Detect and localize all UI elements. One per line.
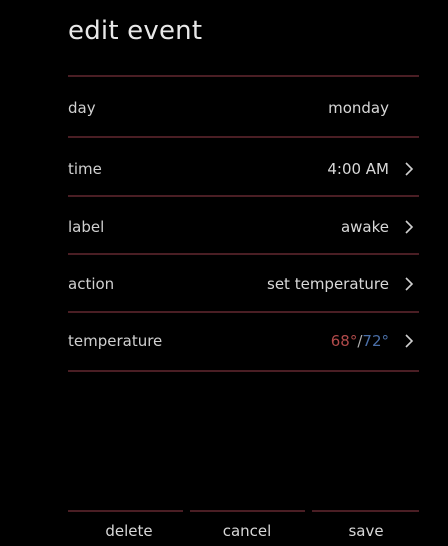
divider <box>68 75 419 77</box>
save-button[interactable]: save <box>311 522 421 540</box>
action-label: action <box>68 275 115 293</box>
time-label: time <box>68 160 102 178</box>
divider <box>68 195 419 197</box>
delete-button[interactable]: delete <box>74 522 184 540</box>
row-action[interactable]: action set temperature <box>68 264 419 304</box>
row-label[interactable]: label awake <box>68 207 419 247</box>
page-title: edit event <box>68 16 203 46</box>
row-day[interactable]: day monday <box>68 88 419 128</box>
divider <box>68 311 419 313</box>
row-temperature[interactable]: temperature 68° / 72° <box>68 321 419 361</box>
day-value: monday <box>328 99 389 117</box>
label-value-group: awake <box>341 218 419 236</box>
temperature-label: temperature <box>68 332 163 350</box>
chevron-right-icon <box>403 333 415 349</box>
bottom-action-bar: delete cancel save <box>68 510 419 546</box>
time-value-group: 4:00 AM <box>327 160 419 178</box>
button-divider <box>68 510 183 512</box>
day-label: day <box>68 99 96 117</box>
edit-event-screen: edit event day monday time 4:00 AM label… <box>0 0 448 546</box>
chevron-right-icon <box>403 219 415 235</box>
row-time[interactable]: time 4:00 AM <box>68 149 419 189</box>
label-value: awake <box>340 218 389 236</box>
divider <box>68 253 419 255</box>
cancel-button[interactable]: cancel <box>192 522 302 540</box>
button-divider <box>312 510 419 512</box>
label-label: label <box>68 218 105 236</box>
heat-setpoint: 68° <box>330 332 358 350</box>
divider <box>68 370 419 372</box>
temperature-value-group: 68° / 72° <box>331 332 419 350</box>
chevron-right-icon <box>403 161 415 177</box>
divider <box>68 136 419 138</box>
day-value-group: monday <box>328 99 419 117</box>
action-value: set temperature <box>267 275 389 293</box>
action-value-group: set temperature <box>267 275 419 293</box>
chevron-right-icon <box>403 276 415 292</box>
cool-setpoint: 72° <box>362 332 389 350</box>
time-value: 4:00 AM <box>327 160 389 178</box>
button-divider <box>190 510 305 512</box>
